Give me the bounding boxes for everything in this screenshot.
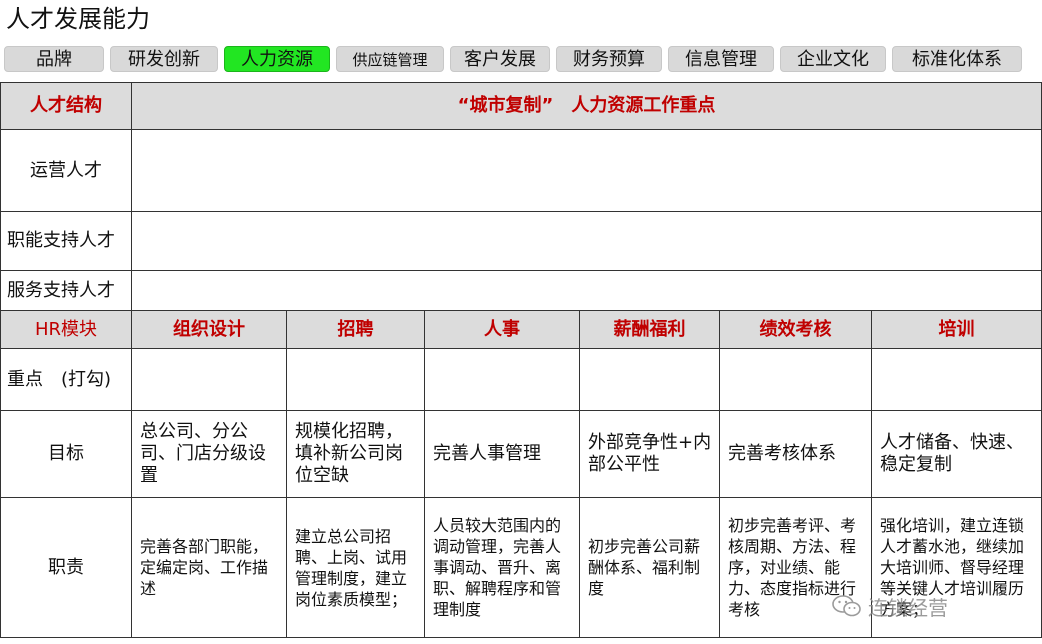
tab-rnd[interactable]: 研发创新	[110, 46, 218, 72]
goal-cell: 总公司、分公司、门店分级设置	[131, 410, 287, 498]
category-tabs: 品牌 研发创新 人力资源 供应链管理 客户发展 财务预算 信息管理 企业文化 标…	[4, 46, 1038, 72]
module-recruiting: 招聘	[286, 310, 425, 349]
focus-check-cell[interactable]	[719, 348, 872, 411]
duty-cell: 人员较大范围内的调动管理，完善人事调动、晋升、离职、解聘程序和管理制度	[424, 497, 580, 638]
duty-cell: 初步完善公司薪酬体系、福利制度	[579, 497, 720, 638]
operations-cell	[130, 129, 1042, 212]
goal-cell: 完善人事管理	[424, 410, 580, 498]
goal-cell: 外部竞争性+内部公平性	[579, 410, 720, 498]
duty-cell: 建立总公司招聘、上岗、试用管理制度，建立岗位素质模型；	[286, 497, 425, 638]
tab-customer[interactable]: 客户发展	[450, 46, 550, 72]
page-title: 人才发展能力	[6, 5, 150, 33]
tab-hr[interactable]: 人力资源	[224, 46, 330, 72]
focus-check-cell[interactable]	[579, 348, 720, 411]
module-org-design: 组织设计	[131, 310, 287, 349]
focus-check-cell[interactable]	[424, 348, 580, 411]
row-label-service: 服务支持人才	[0, 270, 132, 311]
focus-check-cell[interactable]	[870, 348, 1042, 411]
service-cell	[130, 270, 1042, 311]
tab-supply-chain[interactable]: 供应链管理	[336, 46, 444, 72]
tab-standard[interactable]: 标准化体系	[892, 46, 1022, 72]
row-label-operations: 运营人才	[0, 129, 132, 212]
goal-cell: 人才储备、快速、稳定复制	[870, 410, 1042, 498]
tab-info[interactable]: 信息管理	[668, 46, 774, 72]
tab-finance[interactable]: 财务预算	[556, 46, 662, 72]
talent-structure-header: 人才结构	[0, 82, 132, 130]
goal-cell: 规模化招聘，填补新公司岗位空缺	[286, 410, 425, 498]
row-label-focus: 重点 (打勾)	[0, 348, 132, 411]
row-label-duty: 职责	[0, 497, 132, 638]
duty-cell: 完善各部门职能，定编定岗、工作描述	[131, 497, 287, 638]
row-label-goal: 目标	[0, 410, 132, 498]
goal-cell: 完善考核体系	[719, 410, 872, 498]
module-performance: 绩效考核	[719, 310, 872, 349]
hr-module-header: HR模块	[0, 310, 132, 349]
duty-cell: 强化培训，建立连锁人才蓄水池，继续加大培训师、督导经理等关键人才培训履历方案；	[870, 497, 1042, 638]
module-compensation: 薪酬福利	[579, 310, 720, 349]
module-personnel: 人事	[424, 310, 580, 349]
duty-cell: 初步完善考评、考核周期、方法、程序，对业绩、能力、态度指标进行考核	[719, 497, 872, 638]
focus-check-cell[interactable]	[131, 348, 287, 411]
focus-check-cell[interactable]	[286, 348, 425, 411]
focus-header: “城市复制” 人力资源工作重点	[130, 82, 1042, 130]
module-training: 培训	[870, 310, 1042, 349]
row-label-functional: 职能支持人才	[0, 211, 132, 271]
tab-brand[interactable]: 品牌	[4, 46, 104, 72]
tab-culture[interactable]: 企业文化	[780, 46, 886, 72]
hr-focus-table: 人才结构 “城市复制” 人力资源工作重点 运营人才 职能支持人才 服务支持人才 …	[0, 82, 1042, 638]
functional-cell	[130, 211, 1042, 271]
